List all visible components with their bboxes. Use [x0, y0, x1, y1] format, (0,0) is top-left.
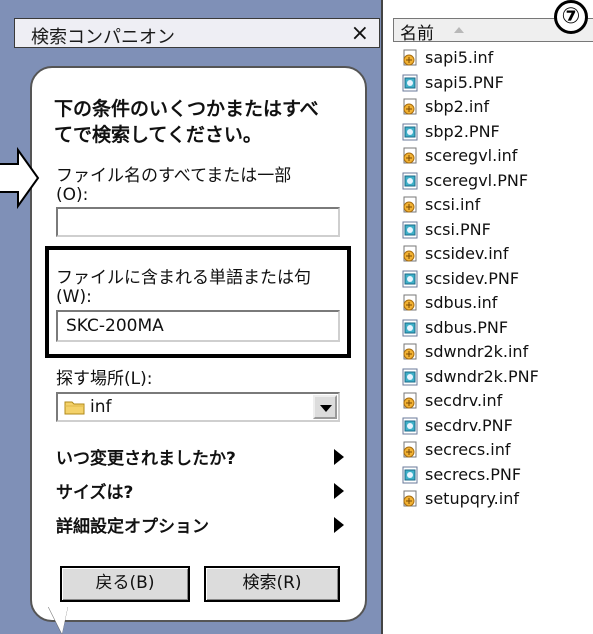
search-button[interactable]: 検索(R) [204, 566, 340, 602]
inf-file-icon [401, 294, 419, 312]
file-name: sdwndr2k.PNF [425, 366, 539, 386]
file-name: secdrv.inf [425, 391, 503, 410]
file-row[interactable]: sdwndr2k.PNF [399, 365, 593, 390]
intro-text-line2: てで検索してください。 [54, 124, 262, 146]
file-list-pane: 名前 sapi5.inf sapi5.PNF sbp2.inf sbp2.PNF sce… [381, 0, 593, 634]
option-label: 詳細設定オプション [56, 517, 209, 537]
file-list: sapi5.inf sapi5.PNF sbp2.inf sbp2.PNF scereg… [399, 46, 593, 512]
inf-file-icon [401, 392, 419, 410]
pnf-file-icon [401, 221, 419, 239]
inf-file-icon [401, 245, 419, 263]
file-name: sdbus.inf [425, 293, 498, 312]
file-name: secrecs.PNF [425, 464, 522, 484]
file-row[interactable]: sapi5.inf [399, 46, 593, 71]
option-label: いつ変更されましたか? [56, 449, 236, 469]
keyword-label: ファイルに含まれる単語または句 [56, 268, 311, 288]
file-row[interactable]: sapi5.PNF [399, 71, 593, 96]
companion-header: 検索コンパニオン × [14, 18, 380, 48]
file-name: sceregvl.PNF [425, 170, 529, 190]
file-row[interactable]: sdbus.PNF [399, 316, 593, 341]
keyword-input[interactable] [56, 310, 340, 342]
file-name: scsi.PNF [425, 219, 491, 239]
column-header-label: 名前 [400, 24, 434, 44]
option-advanced[interactable]: 詳細設定オプション [56, 512, 346, 538]
inf-file-icon [401, 196, 419, 214]
folder-icon [64, 401, 85, 415]
keyword-hotkey: (W): [56, 287, 92, 307]
file-row[interactable]: scsidev.inf [399, 242, 593, 267]
file-row[interactable]: scsi.PNF [399, 218, 593, 243]
file-row[interactable]: setupqry.inf [399, 487, 593, 512]
back-button[interactable]: 戻る(B) [60, 566, 190, 602]
file-row[interactable]: sdbus.inf [399, 291, 593, 316]
file-name: scsidev.PNF [425, 268, 520, 288]
file-name: secrecs.inf [425, 440, 511, 459]
step-number-badge: ⑦ [554, 0, 588, 34]
pnf-file-icon [401, 368, 419, 386]
expand-arrow-icon [334, 449, 344, 465]
companion-title: 検索コンパニオン [31, 27, 175, 48]
inf-file-icon [401, 147, 419, 165]
file-row[interactable]: scsi.inf [399, 193, 593, 218]
pnf-file-icon [401, 466, 419, 484]
option-size[interactable]: サイズは? [56, 478, 346, 504]
inf-file-icon [401, 98, 419, 116]
file-name: setupqry.inf [425, 489, 519, 508]
filename-hotkey: (O): [56, 185, 89, 205]
inf-file-icon [401, 490, 419, 508]
expand-arrow-icon [334, 517, 344, 533]
chevron-down-icon[interactable] [313, 395, 337, 419]
location-label: 探す場所(L): [56, 369, 153, 389]
file-name: sapi5.inf [425, 48, 494, 67]
close-icon[interactable]: × [351, 21, 369, 46]
pnf-file-icon [401, 319, 419, 337]
intro-text-line1: 下の条件のいくつかまたはすべ [54, 98, 319, 120]
search-companion-pane: 検索コンパニオン × 下の条件のいくつかまたはすべ てで検索してください。 ファ… [0, 0, 381, 634]
inf-file-icon [401, 441, 419, 459]
file-name: sceregvl.inf [425, 146, 518, 165]
file-row[interactable]: sceregvl.inf [399, 144, 593, 169]
option-date-modified[interactable]: いつ変更されましたか? [56, 444, 346, 470]
location-dropdown[interactable]: inf [56, 392, 340, 422]
filename-input[interactable] [56, 207, 340, 237]
sort-ascending-icon [454, 27, 464, 33]
inf-file-icon [401, 343, 419, 361]
file-row[interactable]: scsidev.PNF [399, 267, 593, 292]
file-row[interactable]: secrecs.PNF [399, 463, 593, 488]
file-row[interactable]: secrecs.inf [399, 438, 593, 463]
pnf-file-icon [401, 172, 419, 190]
balloon-tail [48, 606, 68, 634]
pnf-file-icon [401, 123, 419, 141]
pointer-arrow-icon [0, 146, 40, 210]
pnf-file-icon [401, 74, 419, 92]
location-value: inf [90, 397, 112, 417]
option-label: サイズは? [56, 483, 134, 503]
file-row[interactable]: sdwndr2k.inf [399, 340, 593, 365]
file-name: sbp2.PNF [425, 121, 500, 141]
file-row[interactable]: sbp2.PNF [399, 120, 593, 145]
expand-arrow-icon [334, 483, 344, 499]
file-row[interactable]: secdrv.PNF [399, 414, 593, 439]
file-name: secdrv.PNF [425, 415, 513, 435]
inf-file-icon [401, 49, 419, 67]
file-row[interactable]: secdrv.inf [399, 389, 593, 414]
file-name: sapi5.PNF [425, 72, 504, 92]
pnf-file-icon [401, 417, 419, 435]
file-row[interactable]: sceregvl.PNF [399, 169, 593, 194]
file-name: scsi.inf [425, 195, 481, 214]
file-name: sdbus.PNF [425, 317, 509, 337]
file-name: sdwndr2k.inf [425, 342, 529, 361]
file-name: scsidev.inf [425, 244, 509, 263]
file-row[interactable]: sbp2.inf [399, 95, 593, 120]
file-name: sbp2.inf [425, 97, 490, 116]
filename-label: ファイル名のすべてまたは一部 [56, 166, 292, 186]
pnf-file-icon [401, 270, 419, 288]
